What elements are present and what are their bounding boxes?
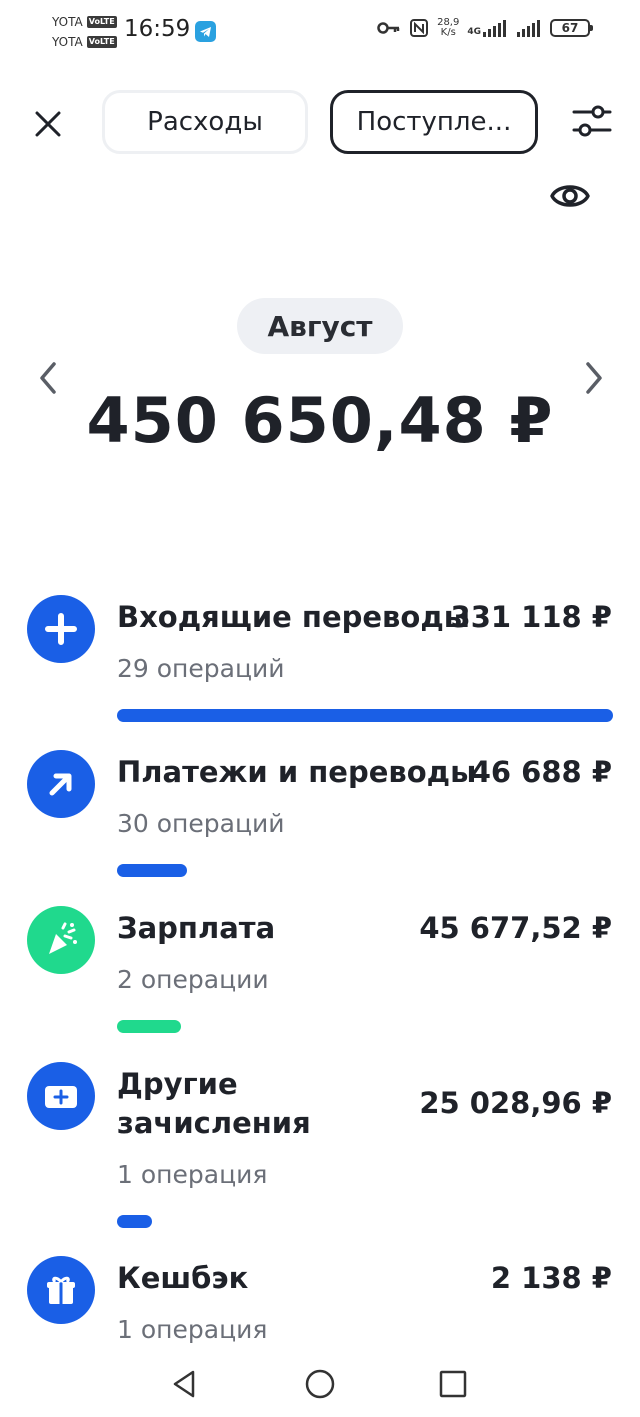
tab-income[interactable]: Поступле... — [330, 90, 538, 154]
category-name-line1: Другие — [117, 1067, 238, 1101]
net-type-label: 4G — [467, 27, 481, 37]
category-amount: 2 138 ₽ — [490, 1261, 612, 1295]
home-button[interactable] — [300, 1364, 340, 1404]
system-navigation-bar — [0, 1350, 640, 1417]
close-button[interactable] — [28, 104, 68, 144]
category-count: 1 операция — [117, 1160, 268, 1189]
category-progress-bar — [117, 1020, 181, 1033]
telegram-icon — [195, 21, 216, 42]
tab-expenses[interactable]: Расходы — [102, 90, 308, 154]
net-speed: 28,9 K/s — [437, 18, 459, 38]
category-name: Входящие переводы — [117, 600, 470, 634]
category-cashback[interactable]: Кешбэк 2 138 ₽ 1 операция — [0, 1256, 640, 1350]
volte-badge: VoLTE — [86, 36, 117, 48]
total-amount: 450 650,48 ₽ — [86, 384, 554, 457]
category-progress-bar — [117, 864, 187, 877]
carrier-info: YOTA VoLTE YOTA VoLTE — [52, 12, 117, 52]
carrier-1-label: YOTA — [52, 15, 83, 29]
battery-icon: 67 — [550, 19, 593, 37]
category-count: 30 операций — [117, 809, 285, 838]
category-progress-bar — [117, 709, 613, 722]
plus-icon — [27, 595, 95, 663]
category-amount: 46 688 ₽ — [470, 755, 612, 789]
battery-level: 67 — [561, 21, 579, 35]
system-icons: 28,9 K/s 4G 67 — [377, 18, 593, 38]
filter-button[interactable] — [570, 100, 614, 144]
category-salary[interactable]: Зарплата 45 677,52 ₽ 2 операции — [0, 906, 640, 1046]
recents-square-icon — [439, 1370, 467, 1398]
party-popper-icon — [27, 906, 95, 974]
nfc-icon — [410, 19, 429, 37]
category-amount: 25 028,96 ₽ — [419, 1086, 612, 1120]
hide-balance-button[interactable] — [548, 176, 592, 216]
back-triangle-icon — [173, 1370, 195, 1398]
category-amount: 45 677,52 ₽ — [419, 911, 612, 945]
category-count: 2 операции — [117, 965, 269, 994]
carrier-2-label: YOTA — [52, 35, 83, 49]
tab-expenses-label: Расходы — [147, 107, 263, 137]
category-name: Кешбэк — [117, 1261, 249, 1295]
category-other-credits[interactable]: Другие зачисления 25 028,96 ₽ 1 операция — [0, 1062, 640, 1232]
back-button[interactable] — [165, 1364, 205, 1404]
month-label: Август — [267, 309, 373, 343]
month-selector[interactable]: Август — [237, 298, 403, 354]
signal-icon — [517, 20, 540, 37]
wallet-plus-icon — [27, 1062, 95, 1130]
category-count: 29 операций — [117, 654, 285, 683]
key-icon — [377, 22, 400, 34]
category-name: Платежи и переводы — [117, 755, 477, 789]
category-name-line2: зачисления — [117, 1106, 311, 1140]
category-count: 1 операция — [117, 1315, 268, 1344]
recents-button[interactable] — [433, 1364, 473, 1404]
gift-icon — [27, 1256, 95, 1324]
close-icon — [35, 111, 61, 137]
signal-icon — [483, 20, 506, 37]
home-circle-icon — [305, 1369, 335, 1399]
category-payments-transfers[interactable]: Платежи и переводы 46 688 ₽ 30 операций — [0, 750, 640, 890]
status-bar: YOTA VoLTE YOTA VoLTE 16:59 28,9 K/s 4G — [0, 0, 640, 64]
category-progress-bar — [117, 1215, 152, 1228]
arrow-up-right-icon — [27, 750, 95, 818]
volte-badge: VoLTE — [86, 16, 117, 28]
category-amount: 331 118 ₽ — [450, 600, 612, 634]
clock: 16:59 — [124, 16, 191, 42]
filter-icon — [572, 105, 612, 137]
category-incoming-transfers[interactable]: Входящие переводы 331 118 ₽ 29 операций — [0, 595, 640, 735]
tab-income-label: Поступле... — [356, 107, 512, 137]
net-speed-unit: K/s — [440, 27, 456, 38]
category-name: Зарплата — [117, 911, 276, 945]
eye-icon — [550, 185, 590, 207]
